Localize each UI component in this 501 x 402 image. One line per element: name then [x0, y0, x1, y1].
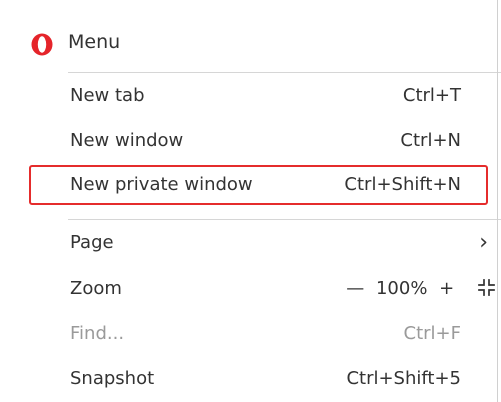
menu-item-label: Page: [70, 232, 114, 253]
menu-right-border: [497, 0, 498, 402]
menu-item-shortcut: Ctrl+Shift+5: [346, 368, 461, 389]
menu-title: Menu: [68, 31, 121, 53]
zoom-controls: — 100% +: [346, 269, 495, 309]
highlight-box: [29, 165, 488, 205]
menu-item-label: New window: [70, 130, 184, 151]
opera-logo-icon: [31, 33, 53, 56]
zoom-in-button[interactable]: +: [439, 269, 454, 309]
menu-item-label: Zoom: [70, 278, 122, 299]
menu-item-new-tab[interactable]: New tab Ctrl+T: [40, 76, 488, 116]
menu-item-shortcut: Ctrl+T: [402, 85, 461, 106]
zoom-level: 100%: [375, 278, 428, 299]
fullscreen-icon[interactable]: [478, 279, 495, 296]
header-divider: [68, 72, 501, 73]
menu-item-snapshot[interactable]: Snapshot Ctrl+Shift+5: [40, 359, 488, 399]
zoom-out-button[interactable]: —: [346, 269, 364, 309]
menu-item-label: Snapshot: [70, 368, 155, 389]
menu-item-label: Find...: [70, 323, 125, 344]
chevron-right-icon: ›: [479, 230, 488, 255]
menu-item-shortcut: Ctrl+N: [400, 130, 461, 151]
menu-item-zoom: Zoom — 100% +: [40, 269, 495, 309]
menu-item-page[interactable]: Page ›: [40, 223, 488, 263]
opera-main-menu: Menu New tab Ctrl+T New window Ctrl+N Ne…: [0, 0, 501, 402]
menu-item-find[interactable]: Find... Ctrl+F: [40, 314, 488, 354]
menu-item-label: New tab: [70, 85, 145, 106]
menu-item-new-window[interactable]: New window Ctrl+N: [40, 121, 488, 161]
group-divider: [68, 219, 501, 220]
menu-header: Menu: [0, 0, 501, 74]
menu-item-shortcut: Ctrl+F: [403, 323, 461, 344]
